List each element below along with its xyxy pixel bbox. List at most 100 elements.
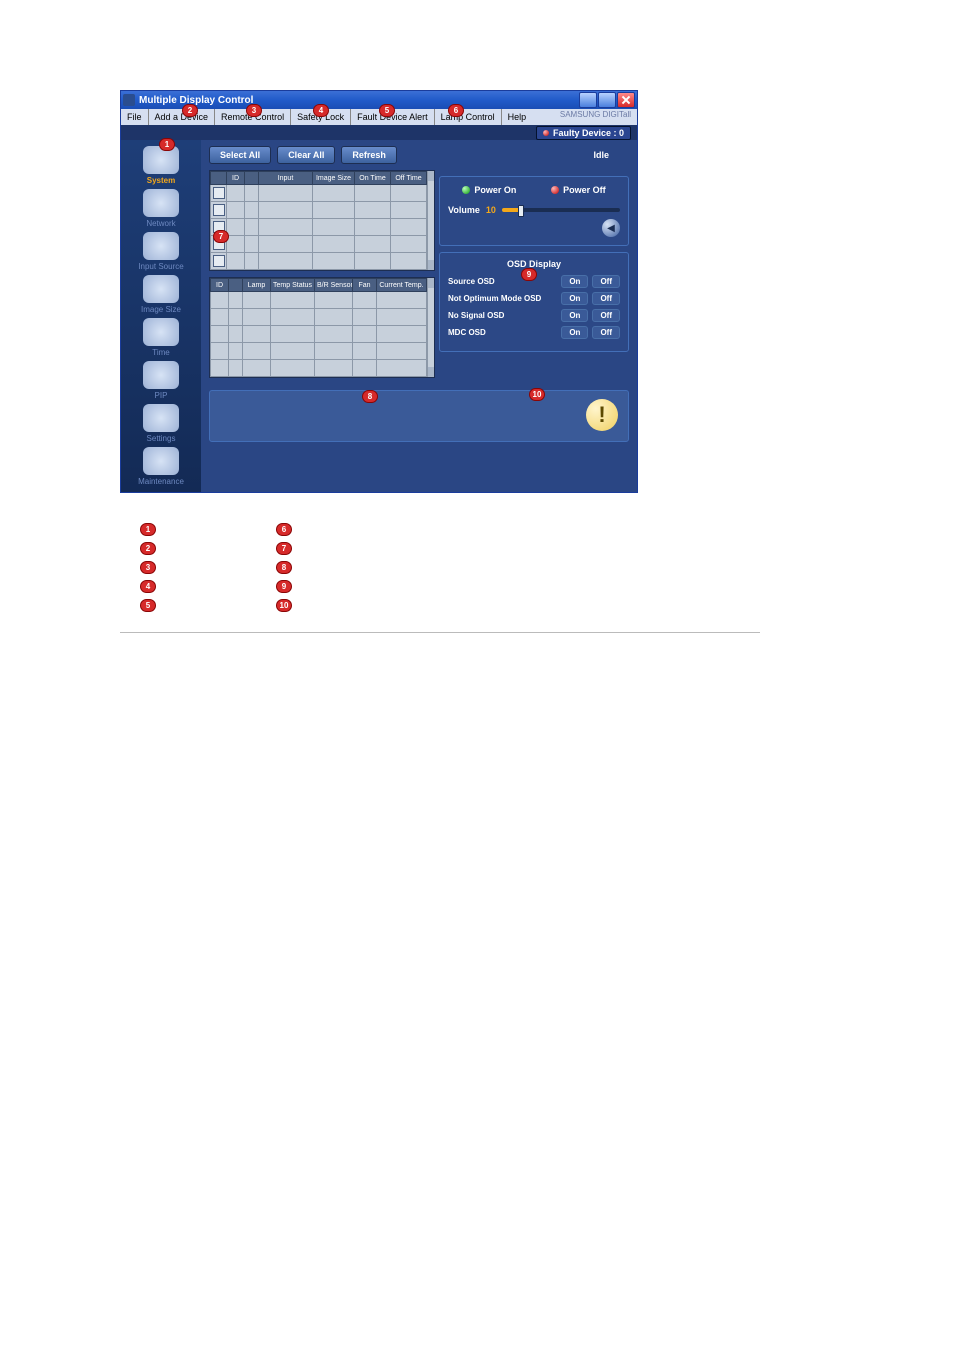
sidebar-item-time[interactable]: Time xyxy=(125,318,197,357)
source-osd-on[interactable]: On xyxy=(561,275,588,288)
volume-slider[interactable] xyxy=(502,208,620,212)
legend-badge: 6 xyxy=(276,523,292,536)
legend-badge: 2 xyxy=(140,542,156,555)
refresh-button[interactable]: Refresh xyxy=(341,146,397,164)
scrollbar-vertical[interactable] xyxy=(427,278,434,377)
col-check[interactable] xyxy=(211,172,227,185)
window-title: Multiple Display Control xyxy=(139,95,579,106)
table-row[interactable] xyxy=(211,343,427,360)
table-row[interactable] xyxy=(211,360,427,377)
volume-value: 10 xyxy=(486,205,496,215)
table-row[interactable] xyxy=(211,219,427,236)
mdc-osd-off[interactable]: Off xyxy=(592,326,620,339)
sidebar-item-system[interactable]: System xyxy=(125,146,197,185)
speaker-icon[interactable]: ◀ xyxy=(602,219,620,237)
col-off-time[interactable]: Off Time xyxy=(391,172,427,185)
col2-lamp[interactable]: Lamp xyxy=(243,279,271,292)
col2-current-temp[interactable]: Current Temp. xyxy=(377,279,427,292)
not-optimum-osd-on[interactable]: On xyxy=(561,292,588,305)
input-source-icon xyxy=(143,232,179,260)
sidebar-item-input-source[interactable]: Input Source xyxy=(125,232,197,271)
osd-row-mdc: MDC OSD On Off xyxy=(448,326,620,339)
menu-help[interactable]: Help xyxy=(502,109,533,125)
minimize-button[interactable] xyxy=(579,92,597,108)
status-idle: Idle xyxy=(593,150,629,160)
col-image-size[interactable]: Image Size xyxy=(313,172,355,185)
table-row[interactable] xyxy=(211,236,427,253)
brand-label: SAMSUNG DIGITall xyxy=(554,109,637,125)
checkbox-icon[interactable] xyxy=(213,187,225,199)
scroll-down-icon[interactable] xyxy=(428,260,434,270)
power-off-button[interactable]: Power Off xyxy=(551,185,606,195)
menu-file[interactable]: File xyxy=(121,109,149,125)
sidebar-item-settings[interactable]: Settings xyxy=(125,404,197,443)
info-grid[interactable]: ID Lamp Temp Status B/R Sensor Fan Curre… xyxy=(209,277,435,378)
volume-label: Volume xyxy=(448,205,480,215)
osd-row-no-signal: No Signal OSD On Off xyxy=(448,309,620,322)
col2-mark[interactable] xyxy=(229,279,243,292)
control-panel: Power On Power Off Volume 10 ◀ xyxy=(439,176,629,352)
no-signal-osd-off[interactable]: Off xyxy=(592,309,620,322)
callout-10: 10 xyxy=(529,388,545,401)
legend-badge: 3 xyxy=(140,561,156,574)
col2-temp-status[interactable]: Temp Status xyxy=(271,279,315,292)
selection-grid[interactable]: ID Input Image Size On Time Off Time xyxy=(209,170,435,271)
callout-3: 3 xyxy=(246,104,262,117)
checkbox-icon[interactable] xyxy=(213,255,225,267)
power-on-button[interactable]: Power On xyxy=(462,185,516,195)
divider xyxy=(120,632,760,633)
maintenance-icon xyxy=(143,447,179,475)
table-row[interactable] xyxy=(211,185,427,202)
callout-7: 7 xyxy=(213,230,229,243)
sidebar-item-image-size[interactable]: Image Size xyxy=(125,275,197,314)
image-size-icon xyxy=(143,275,179,303)
osd-panel: OSD Display Source OSD On Off Not Optimu… xyxy=(439,252,629,352)
legend-badge: 5 xyxy=(140,599,156,612)
close-button[interactable] xyxy=(617,92,635,108)
not-optimum-osd-off[interactable]: Off xyxy=(592,292,620,305)
pip-icon xyxy=(143,361,179,389)
scroll-down-icon[interactable] xyxy=(428,367,434,377)
col-on-time[interactable]: On Time xyxy=(355,172,391,185)
legend-badge: 8 xyxy=(276,561,292,574)
faulty-device-badge[interactable]: Faulty Device : 0 xyxy=(536,126,631,140)
scroll-up-icon[interactable] xyxy=(428,278,434,288)
table-row[interactable] xyxy=(211,253,427,270)
clear-all-button[interactable]: Clear All xyxy=(277,146,335,164)
col2-br-sensor[interactable]: B/R Sensor xyxy=(315,279,353,292)
maximize-button[interactable] xyxy=(598,92,616,108)
table-row[interactable] xyxy=(211,309,427,326)
table-row[interactable] xyxy=(211,292,427,309)
settings-icon xyxy=(143,404,179,432)
legend-badge: 9 xyxy=(276,580,292,593)
power-panel: Power On Power Off Volume 10 ◀ xyxy=(439,176,629,246)
table-row[interactable] xyxy=(211,202,427,219)
scroll-up-icon[interactable] xyxy=(428,171,434,181)
col-id[interactable]: ID xyxy=(227,172,245,185)
sidebar-item-maintenance[interactable]: Maintenance xyxy=(125,447,197,486)
no-signal-osd-on[interactable]: On xyxy=(561,309,588,322)
col2-fan[interactable]: Fan xyxy=(353,279,377,292)
sidebar-item-network[interactable]: Network xyxy=(125,189,197,228)
col-input[interactable]: Input xyxy=(259,172,313,185)
scrollbar-vertical[interactable] xyxy=(427,171,434,270)
menu-lamp-control[interactable]: Lamp Control xyxy=(435,109,502,125)
table-row[interactable] xyxy=(211,326,427,343)
legend-badge: 4 xyxy=(140,580,156,593)
legend-badge: 10 xyxy=(276,599,292,612)
tool-row: Select All Clear All Refresh Idle xyxy=(201,140,637,170)
select-all-button[interactable]: Select All xyxy=(209,146,271,164)
legend-badge: 1 xyxy=(140,523,156,536)
source-osd-off[interactable]: Off xyxy=(592,275,620,288)
time-icon xyxy=(143,318,179,346)
mdc-osd-on[interactable]: On xyxy=(561,326,588,339)
faulty-bar: Faulty Device : 0 xyxy=(121,125,637,140)
callout-2: 2 xyxy=(182,104,198,117)
checkbox-icon[interactable] xyxy=(213,204,225,216)
callout-4: 4 xyxy=(313,104,329,117)
col-mark[interactable] xyxy=(245,172,259,185)
callout-1: 1 xyxy=(159,138,175,151)
col2-id[interactable]: ID xyxy=(211,279,229,292)
callout-9: 9 xyxy=(521,268,537,281)
sidebar-item-pip[interactable]: PIP xyxy=(125,361,197,400)
